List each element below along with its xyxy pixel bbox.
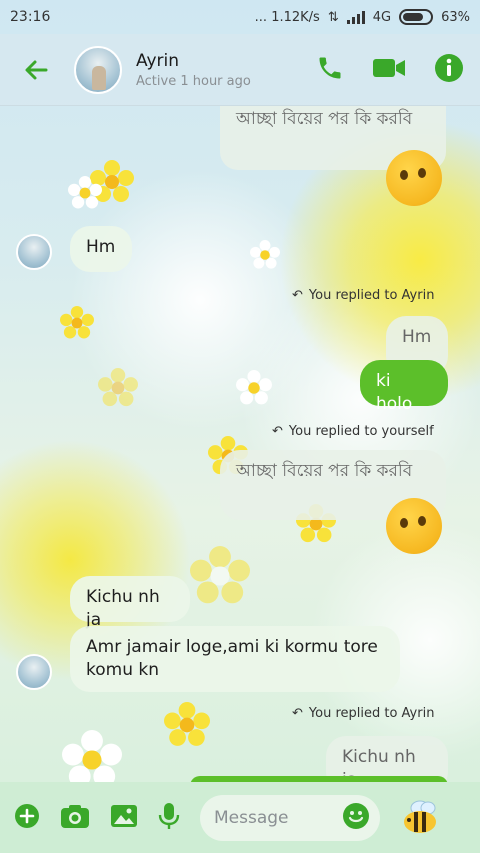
message-input[interactable] [214, 807, 334, 828]
smiley-icon [343, 802, 369, 829]
white-flower-icon [62, 730, 122, 782]
message-text: Hm [86, 237, 116, 257]
yellow-flower-icon [190, 546, 250, 604]
white-flower-icon [236, 370, 272, 405]
add-button[interactable] [14, 803, 40, 833]
arrow-left-icon [25, 60, 48, 79]
message-text: Kichu nh ja [86, 587, 160, 630]
call-button[interactable] [316, 54, 344, 86]
reply-arrow-icon: ↶ [272, 424, 283, 439]
signal-icon [346, 10, 365, 24]
bee-sticker-button[interactable] [400, 796, 440, 840]
status-bar: 23:16 ... 1.12K/s ⇅ 4G 63% [0, 0, 480, 34]
reply-arrow-icon: ↶ [292, 288, 303, 303]
battery-percent: 63% [441, 9, 470, 25]
status-time: 23:16 [10, 9, 51, 25]
message-text: Amr jamair loge,ami ki kormu tore komu k… [86, 637, 378, 680]
video-call-button[interactable] [372, 54, 406, 86]
reply-indicator: ↶ You replied to Ayrin [292, 706, 434, 721]
status-right: ... 1.12K/s ⇅ 4G 63% [255, 9, 470, 25]
image-icon [111, 804, 137, 827]
incoming-message[interactable]: Hm [70, 226, 132, 272]
battery-icon [399, 9, 434, 25]
yellow-flower-icon [60, 306, 94, 339]
camera-icon [61, 804, 89, 828]
video-camera-icon [373, 58, 405, 77]
outgoing-message[interactable]: ki holo [360, 360, 448, 414]
gallery-button[interactable] [110, 803, 138, 833]
quoted-text: Hm [402, 327, 432, 347]
contact-status: Active 1 hour ago [136, 73, 251, 89]
incoming-message[interactable]: Amr jamair loge,ami ki kormu tore komu k… [70, 626, 400, 692]
voice-button[interactable] [158, 802, 180, 834]
contact-info[interactable]: Ayrin Active 1 hour ago [136, 51, 251, 89]
thinking-face-emoji[interactable] [386, 150, 442, 206]
back-button[interactable] [16, 50, 56, 90]
reply-indicator-text: You replied to yourself [288, 424, 434, 439]
yellow-flower-icon [98, 368, 138, 407]
contact-name: Ayrin [136, 50, 180, 71]
message-list[interactable]: আচ্ছা বিয়ের পর কি করবি Hm ↶ You replied… [0, 106, 480, 782]
quoted-text: আচ্ছা বিয়ের পর কি করবি [236, 109, 413, 129]
chat-header: Ayrin Active 1 hour ago [0, 34, 480, 106]
white-flower-icon [250, 240, 280, 269]
reply-indicator: ↶ You replied to yourself [272, 424, 434, 439]
reply-indicator: ↶ You replied to Ayrin [292, 288, 434, 303]
bee-icon [404, 800, 436, 833]
sender-avatar[interactable] [16, 234, 52, 270]
sender-avatar[interactable] [16, 654, 52, 690]
camera-button[interactable] [60, 803, 90, 833]
message-text: ki holo [376, 371, 413, 414]
emoji-button[interactable] [342, 802, 370, 834]
phone-icon [319, 57, 341, 78]
reply-arrow-icon: ↶ [292, 706, 303, 721]
header-actions [316, 53, 464, 87]
data-arrows-icon: ⇅ [327, 9, 339, 25]
info-icon [435, 53, 463, 82]
yellow-flower-icon [164, 702, 210, 746]
thinking-face-emoji[interactable] [386, 498, 442, 554]
composer-bar [0, 782, 480, 853]
microphone-icon [158, 802, 180, 829]
network-type: 4G [372, 9, 392, 25]
plus-circle-icon [15, 803, 39, 828]
reply-indicator-text: You replied to Ayrin [308, 706, 435, 721]
quoted-text: আচ্ছা বিয়ের পর কি করবি [236, 461, 413, 481]
contact-avatar[interactable] [74, 45, 122, 94]
white-flower-icon [68, 176, 102, 209]
info-button[interactable] [434, 53, 464, 87]
network-speed: ... 1.12K/s [254, 9, 320, 25]
reply-indicator-text: You replied to Ayrin [308, 288, 435, 303]
message-field[interactable] [200, 794, 380, 841]
incoming-message[interactable]: Kichu nh ja [70, 576, 190, 630]
